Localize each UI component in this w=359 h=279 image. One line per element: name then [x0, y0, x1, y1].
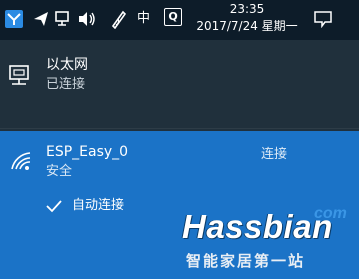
taskbar: 中 Q 23:35 2017/7/24 星期一 — [0, 0, 359, 40]
ethernet-icon — [9, 64, 35, 90]
ethernet-status: 已连接 — [46, 77, 86, 92]
clock-date: 2017/7/24 星期一 — [196, 19, 298, 33]
pen-icon[interactable] — [108, 8, 130, 30]
notification-icon[interactable] — [312, 8, 334, 30]
ethernet-connection[interactable]: 以太网 已连接 — [0, 52, 359, 102]
watermark-tagline: 智能家居第一站 — [186, 252, 306, 270]
connect-button[interactable]: 连接 — [250, 146, 298, 164]
auto-connect-label: 自动连接 — [72, 198, 125, 213]
network-icon[interactable] — [52, 8, 74, 30]
send-icon[interactable] — [30, 8, 52, 30]
q-app-icon[interactable]: Q — [164, 8, 182, 26]
volume-icon[interactable] — [76, 8, 98, 30]
wifi-security: 安全 — [46, 164, 73, 179]
ethernet-name: 以太网 — [46, 57, 88, 73]
checkmark-icon[interactable] — [46, 198, 62, 217]
wifi-name: ESP_Easy_0 — [46, 144, 129, 160]
flag-icon[interactable] — [3, 8, 25, 30]
wifi-icon — [10, 150, 34, 176]
watermark-brand: Hassbian — [182, 208, 333, 245]
clock[interactable]: 23:35 2017/7/24 星期一 — [192, 1, 302, 35]
divider — [0, 128, 359, 129]
ime-indicator[interactable]: 中 — [137, 9, 150, 29]
auto-connect-checkbox[interactable]: 自动连接 — [46, 195, 166, 217]
wifi-network-selected[interactable]: ESP_Easy_0 安全 自动连接 — [0, 131, 359, 279]
clock-time: 23:35 — [229, 2, 265, 16]
